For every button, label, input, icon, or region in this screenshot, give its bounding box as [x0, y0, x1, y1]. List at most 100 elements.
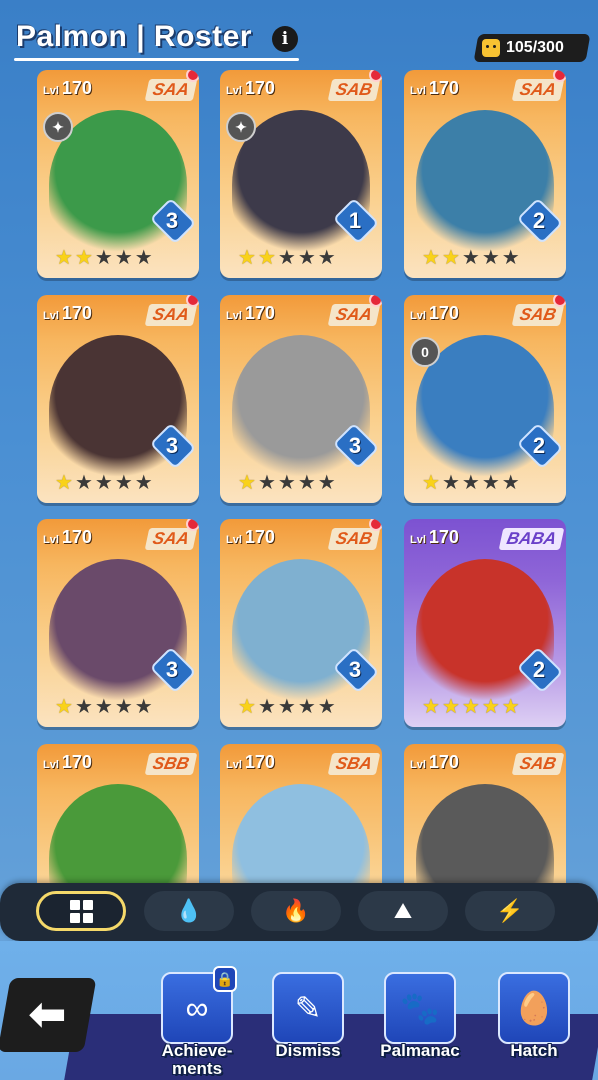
level-prefix: Lvl: [226, 759, 242, 771]
level-prefix: Lvl: [226, 85, 242, 97]
star-icon: ★: [238, 472, 256, 494]
copies-count: 3: [348, 657, 362, 682]
nav-egg-button[interactable]: 🥚 Hatch: [494, 972, 574, 1072]
star-icon: ★: [257, 247, 276, 269]
shuriken-icon: ✦: [226, 112, 256, 142]
star-icon: ★: [501, 472, 520, 494]
star-rating: ★ ★ ★ ★ ★: [238, 697, 336, 717]
star-icon: ★: [114, 472, 133, 494]
palmon-portrait: [232, 559, 370, 709]
copies-count: 3: [165, 208, 179, 233]
palmon-card[interactable]: Lvl 170 SAA 3 ★ ★ ★ ★ ★: [37, 519, 199, 727]
copies-count: 2: [532, 208, 546, 233]
fire-icon: 🔥: [282, 898, 310, 923]
star-icon: ★: [481, 247, 500, 269]
star-icon: ★: [238, 247, 256, 269]
grade-badge: SAB: [511, 753, 565, 775]
notification-dot: [553, 295, 566, 307]
level-label: Lvl 170: [410, 303, 459, 324]
star-icon: ★: [481, 696, 500, 718]
palmon-card[interactable]: Lvl 170 SAB: [404, 744, 566, 890]
level-prefix: Lvl: [43, 85, 59, 97]
star-icon: ★: [441, 472, 460, 494]
palmon-card[interactable]: Lvl 170 SBA: [220, 744, 382, 890]
palmon-card[interactable]: Lvl 170 SAA 3 ★ ★ ★ ★ ★: [220, 295, 382, 503]
grade-badge: SAA: [144, 79, 198, 101]
palmon-card[interactable]: Lvl 170 SAA 3 ★ ★ ★ ★ ★: [37, 295, 199, 503]
level-label: Lvl 170: [226, 78, 275, 99]
roster-grid: Lvl 170 SAA ✦ 3 ★ ★ ★ ★ ★ Lvl 170 SAB ✦ 1 ★ ★ ★ ★ ★ Lvl 170 SA…: [0, 0, 598, 890]
notification-dot: [369, 70, 382, 82]
star-icon: ★: [55, 472, 73, 494]
palmon-card[interactable]: Lvl 170 BABA 2 ★ ★ ★ ★ ★: [404, 519, 566, 727]
star-rating: ★ ★ ★ ★ ★: [55, 697, 153, 717]
element-filter-bar: 💧 🔥 ⛰ ⚡: [0, 883, 598, 941]
star-icon: ★: [55, 696, 73, 718]
level-value: 170: [244, 527, 275, 547]
grade-badge: SAA: [144, 304, 198, 326]
palmon-portrait: [416, 110, 554, 260]
star-icon: ★: [94, 472, 113, 494]
level-value: 170: [428, 527, 459, 547]
star-icon: ★: [74, 247, 93, 269]
copies-count: 3: [348, 433, 362, 458]
star-rating: ★ ★ ★ ★ ★: [422, 248, 520, 268]
star-icon: ★: [134, 696, 153, 718]
electric-icon: ⚡: [496, 898, 524, 923]
level-value: 170: [244, 303, 275, 323]
palmon-card[interactable]: Lvl 170 SAB 3 ★ ★ ★ ★ ★: [220, 519, 382, 727]
star-rating: ★ ★ ★ ★ ★: [238, 473, 336, 493]
level-value: 170: [244, 752, 275, 772]
palmon-card[interactable]: Lvl 170 SBB: [37, 744, 199, 890]
rank-icon: 0: [410, 337, 440, 367]
star-icon: ★: [55, 247, 73, 269]
palmon-portrait: [232, 784, 370, 890]
notification-dot: [186, 519, 199, 531]
star-rating: ★ ★ ★ ★ ★: [422, 473, 520, 493]
filter-earth-button[interactable]: ⛰: [358, 891, 448, 931]
grade-badge: SAA: [511, 79, 565, 101]
palmon-card[interactable]: Lvl 170 SAB ✦ 1 ★ ★ ★ ★ ★: [220, 70, 382, 278]
level-label: Lvl 170: [43, 752, 92, 773]
star-icon: ★: [317, 472, 336, 494]
dismiss-icon: ✎: [272, 972, 344, 1044]
grade-badge: SAB: [327, 528, 381, 550]
palmon-card[interactable]: Lvl 170 SAA ✦ 3 ★ ★ ★ ★ ★: [37, 70, 199, 278]
palmon-card[interactable]: Lvl 170 SAB 0 2 ★ ★ ★ ★ ★: [404, 295, 566, 503]
star-icon: ★: [441, 696, 460, 718]
star-icon: ★: [277, 472, 296, 494]
filter-all-button[interactable]: [36, 891, 126, 931]
notification-dot: [369, 519, 382, 531]
notification-dot: [369, 295, 382, 307]
nav-palmanac-button[interactable]: 🐾 Palmanac: [380, 972, 460, 1072]
level-value: 170: [428, 752, 459, 772]
star-icon: ★: [277, 696, 296, 718]
palmon-portrait: [416, 559, 554, 709]
grade-badge: SAA: [144, 528, 198, 550]
level-label: Lvl 170: [410, 78, 459, 99]
copies-count: 2: [532, 657, 546, 682]
level-value: 170: [61, 78, 92, 98]
copies-count: 3: [165, 657, 179, 682]
filter-electric-button[interactable]: ⚡: [465, 891, 555, 931]
star-icon: ★: [461, 247, 480, 269]
star-icon: ★: [277, 247, 296, 269]
filter-fire-button[interactable]: 🔥: [251, 891, 341, 931]
level-label: Lvl 170: [43, 527, 92, 548]
palmon-card[interactable]: Lvl 170 SAA 2 ★ ★ ★ ★ ★: [404, 70, 566, 278]
palmon-portrait: [416, 784, 554, 890]
back-button[interactable]: ⬅: [0, 978, 97, 1052]
level-prefix: Lvl: [43, 759, 59, 771]
nav-achievements-button[interactable]: ∞ 🔒 Achieve- ments: [157, 966, 237, 1078]
palmon-portrait: [232, 335, 370, 485]
level-prefix: Lvl: [226, 534, 242, 546]
nav-label: Palmanac: [380, 1041, 460, 1060]
star-icon: ★: [317, 247, 336, 269]
level-prefix: Lvl: [410, 759, 426, 771]
filter-water-button[interactable]: 💧: [144, 891, 234, 931]
nav-dismiss-button[interactable]: ✎ Dismiss: [268, 972, 348, 1072]
star-icon: ★: [297, 472, 316, 494]
palmon-portrait: [49, 335, 187, 485]
level-value: 170: [244, 78, 275, 98]
star-icon: ★: [257, 696, 276, 718]
